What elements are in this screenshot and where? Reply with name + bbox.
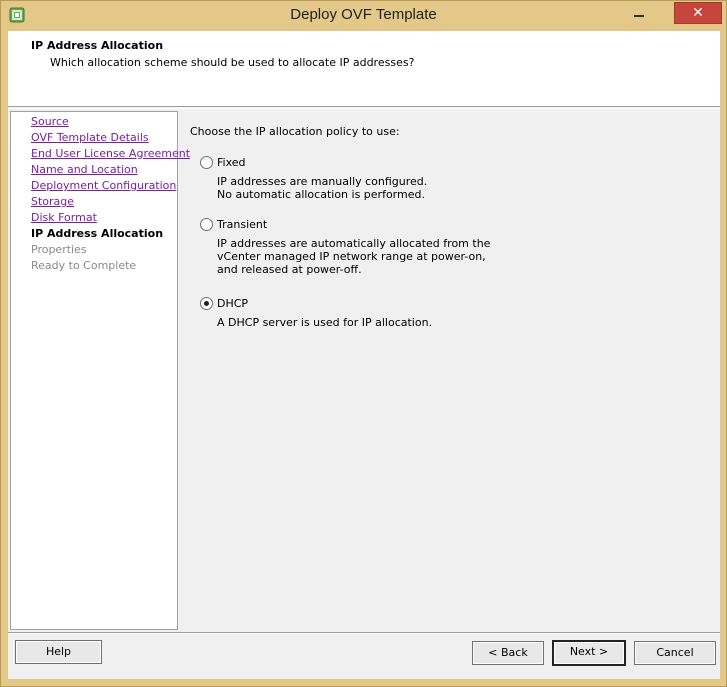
page-title: IP Address Allocation <box>31 39 164 52</box>
dialog-body: IP Address Allocation Which allocation s… <box>8 31 720 679</box>
nav-step-ip-address-allocation: IP Address Allocation <box>31 227 164 240</box>
nav-step-name-and-location[interactable]: Name and Location <box>31 163 138 176</box>
transient-label[interactable]: Transient <box>217 218 267 231</box>
wizard-header: IP Address Allocation Which allocation s… <box>8 31 720 107</box>
nav-step-storage[interactable]: Storage <box>31 195 74 208</box>
fixed-label[interactable]: Fixed <box>217 156 246 169</box>
transient-description: IP addresses are automatically allocated… <box>217 237 491 276</box>
dhcp-label[interactable]: DHCP <box>217 297 248 310</box>
nav-step-source[interactable]: Source <box>31 115 69 128</box>
title-bar[interactable]: Deploy OVF Template ✕ <box>0 0 727 30</box>
nav-step-properties: Properties <box>31 243 87 256</box>
next-button[interactable]: Next > <box>552 640 626 666</box>
nav-step-ready-to-complete: Ready to Complete <box>31 259 137 272</box>
nav-step-disk-format[interactable]: Disk Format <box>31 211 97 224</box>
help-button[interactable]: Help <box>15 640 102 664</box>
nav-step-ovf-template-details[interactable]: OVF Template Details <box>31 131 149 144</box>
page-subtitle: Which allocation scheme should be used t… <box>50 56 415 69</box>
close-button[interactable]: ✕ <box>674 2 722 24</box>
dhcp-radio[interactable] <box>200 297 213 310</box>
back-button[interactable]: < Back <box>472 641 544 665</box>
cancel-button[interactable]: Cancel <box>634 641 716 665</box>
divider <box>8 108 720 109</box>
policy-prompt: Choose the IP allocation policy to use: <box>190 125 400 138</box>
minimize-button[interactable] <box>626 4 652 24</box>
fixed-description: IP addresses are manually configured. No… <box>217 175 428 201</box>
nav-step-eula[interactable]: End User License Agreement <box>31 147 190 160</box>
content-pane: Choose the IP allocation policy to use: … <box>178 111 718 628</box>
window-title: Deploy OVF Template <box>290 6 437 23</box>
wizard-steps-nav: Source OVF Template Details End User Lic… <box>10 111 190 630</box>
fixed-radio[interactable] <box>200 156 213 169</box>
transient-radio[interactable] <box>200 218 213 231</box>
dhcp-description: A DHCP server is used for IP allocation. <box>217 316 433 329</box>
nav-step-deployment-configuration[interactable]: Deployment Configuration <box>31 179 176 192</box>
